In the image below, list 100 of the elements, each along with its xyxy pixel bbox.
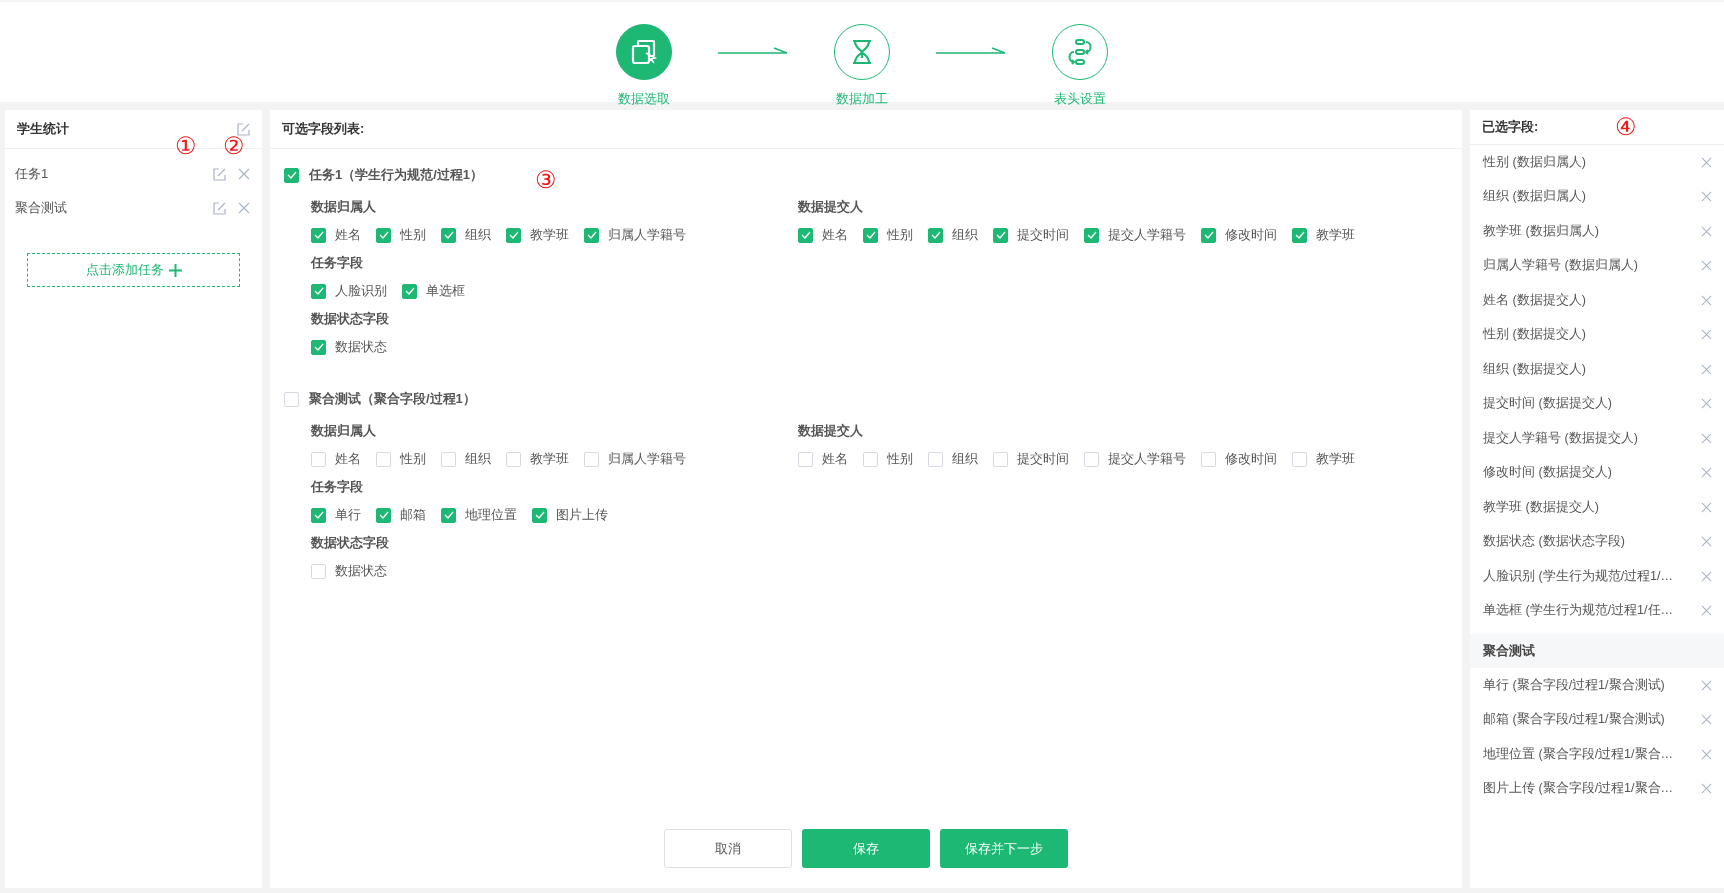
- checkbox[interactable]: [441, 227, 456, 243]
- checkbox-label: 教学班: [530, 450, 569, 468]
- checkbox-label: 性别: [887, 226, 913, 244]
- checkbox[interactable]: [376, 451, 391, 467]
- checkbox[interactable]: [1084, 451, 1099, 467]
- task-item[interactable]: 任务1: [15, 165, 201, 183]
- selected-field: 修改时间 (数据提交人): [1483, 464, 1612, 482]
- checkbox-label: 提交时间: [1017, 450, 1069, 468]
- checkbox[interactable]: [311, 339, 326, 355]
- checkbox-label: 归属人学籍号: [608, 450, 686, 468]
- checkbox[interactable]: [441, 507, 456, 523]
- group-heading: 聚合测试: [1470, 634, 1724, 668]
- cancel-button[interactable]: 取消: [664, 829, 792, 868]
- copy-icon: [630, 38, 658, 66]
- checkbox[interactable]: [311, 283, 326, 299]
- checkbox[interactable]: [584, 451, 599, 467]
- checkbox[interactable]: [1084, 227, 1099, 243]
- checkbox[interactable]: [863, 227, 878, 243]
- checkbox-label: 性别: [887, 450, 913, 468]
- checkbox-label: 数据状态: [335, 562, 387, 580]
- checkbox[interactable]: [584, 227, 599, 243]
- section-title: 数据提交人: [798, 198, 863, 216]
- selected-field: 性别 (数据提交人): [1483, 326, 1586, 344]
- checkbox[interactable]: [506, 227, 521, 243]
- checkbox[interactable]: [928, 451, 943, 467]
- checkbox[interactable]: [506, 451, 521, 467]
- close-icon[interactable]: [1701, 363, 1712, 375]
- step-label: 表头设置: [1054, 90, 1106, 108]
- checkbox[interactable]: [1292, 451, 1307, 467]
- close-icon[interactable]: [1701, 714, 1712, 726]
- selected-field: 单选框 (学生行为规范/过程1/任…: [1483, 602, 1674, 620]
- selected-field: 邮箱 (聚合字段/过程1/聚合测试): [1483, 711, 1665, 729]
- selected-field: 地理位置 (聚合字段/过程1/聚合…: [1483, 745, 1674, 763]
- checkbox[interactable]: [928, 227, 943, 243]
- checkbox[interactable]: [311, 507, 326, 523]
- checkbox[interactable]: [798, 227, 813, 243]
- checkbox[interactable]: [1292, 227, 1307, 243]
- close-icon[interactable]: [1701, 432, 1712, 444]
- close-icon[interactable]: [1701, 679, 1712, 691]
- checkbox-label: 姓名: [822, 226, 848, 244]
- selected-field: 教学班 (数据提交人): [1483, 498, 1599, 516]
- checkbox[interactable]: [1201, 227, 1216, 243]
- close-icon[interactable]: [1701, 191, 1712, 203]
- checkbox-label: 数据状态: [335, 338, 387, 356]
- close-icon[interactable]: [1701, 467, 1712, 479]
- step-circle[interactable]: [1052, 24, 1108, 80]
- checkbox[interactable]: [863, 451, 878, 467]
- close-icon[interactable]: [1701, 783, 1712, 795]
- selected-field: 姓名 (数据提交人): [1483, 291, 1586, 309]
- annotation-number: ①: [175, 134, 197, 158]
- close-icon[interactable]: [1701, 329, 1712, 341]
- close-icon[interactable]: [1701, 156, 1712, 168]
- task-item[interactable]: 聚合测试: [15, 199, 201, 217]
- close-icon[interactable]: [1701, 225, 1712, 237]
- close-icon[interactable]: [1701, 501, 1712, 513]
- checkbox[interactable]: [798, 451, 813, 467]
- close-icon[interactable]: [1701, 570, 1712, 582]
- checkbox-label: 图片上传: [556, 506, 608, 524]
- close-icon[interactable]: [1701, 536, 1712, 548]
- selected-field: 数据状态 (数据状态字段): [1483, 533, 1625, 551]
- selected-field: 组织 (数据提交人): [1483, 360, 1586, 378]
- checkbox[interactable]: [311, 451, 326, 467]
- close-icon[interactable]: [1701, 605, 1712, 617]
- selected-field: 性别 (数据归属人): [1483, 153, 1586, 171]
- checkbox-label: 组织: [465, 450, 491, 468]
- checkbox[interactable]: [993, 451, 1008, 467]
- close-icon[interactable]: [238, 168, 250, 180]
- checkbox-label: 归属人学籍号: [608, 226, 686, 244]
- checkbox[interactable]: [284, 391, 299, 407]
- close-icon[interactable]: [1701, 294, 1712, 306]
- close-icon[interactable]: [1701, 260, 1712, 272]
- checkbox[interactable]: [402, 283, 417, 299]
- checkbox-label: 提交人学籍号: [1108, 226, 1186, 244]
- close-icon[interactable]: [1701, 748, 1712, 760]
- selected-field: 单行 (聚合字段/过程1/聚合测试): [1483, 676, 1665, 694]
- checkbox[interactable]: [1201, 451, 1216, 467]
- checkbox-label: 性别: [400, 226, 426, 244]
- checkbox-label: 地理位置: [465, 506, 517, 524]
- edit-icon[interactable]: [213, 167, 226, 181]
- checkbox[interactable]: [376, 227, 391, 243]
- section-title: 任务字段: [311, 254, 363, 272]
- close-icon[interactable]: [1701, 398, 1712, 410]
- checkbox-label: 邮箱: [400, 506, 426, 524]
- checkbox[interactable]: [376, 507, 391, 523]
- checkbox[interactable]: [993, 227, 1008, 243]
- step-circle[interactable]: [616, 24, 672, 80]
- checkbox[interactable]: [311, 227, 326, 243]
- annotation-number: ④: [1615, 115, 1637, 139]
- checkbox-label: 组织: [465, 226, 491, 244]
- close-icon[interactable]: [238, 202, 250, 214]
- edit-icon[interactable]: [237, 122, 250, 136]
- checkbox-label: 教学班: [1316, 226, 1355, 244]
- checkbox[interactable]: [532, 507, 547, 523]
- checkbox[interactable]: [311, 563, 326, 579]
- checkbox-label: 姓名: [335, 226, 361, 244]
- selected-field: 提交人学籍号 (数据提交人): [1483, 429, 1638, 447]
- step-circle[interactable]: [834, 24, 890, 80]
- checkbox[interactable]: [284, 167, 299, 183]
- edit-icon[interactable]: [213, 201, 226, 215]
- checkbox[interactable]: [441, 451, 456, 467]
